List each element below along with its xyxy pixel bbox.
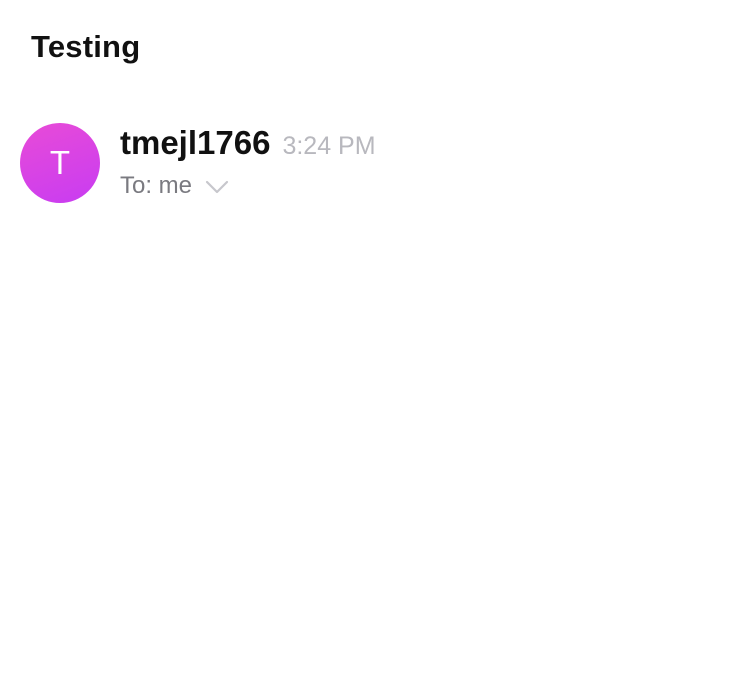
sender-avatar[interactable]: T (20, 123, 100, 203)
recipients-toggle[interactable]: To: me (120, 170, 230, 202)
message-header: T tmejl1766 3:24 PM To: me (20, 123, 720, 203)
email-subject: Testing (31, 29, 141, 64)
recipients-label[interactable]: To: me (120, 170, 192, 202)
sender-line: tmejl1766 3:24 PM (120, 123, 376, 163)
message-time: 3:24 PM (282, 132, 376, 160)
avatar-initial: T (49, 144, 71, 181)
sender-name[interactable]: tmejl1766 (120, 123, 270, 163)
chevron-down-icon[interactable] (204, 177, 230, 197)
